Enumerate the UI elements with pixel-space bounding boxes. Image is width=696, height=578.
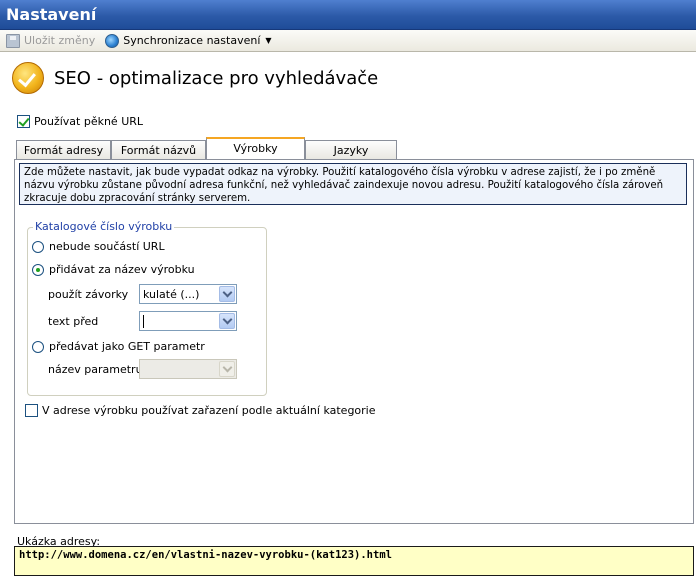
prefix-combo[interactable] <box>139 311 237 331</box>
option-none-label: nebude součástí URL <box>49 240 165 253</box>
chevron-down-icon <box>219 286 235 302</box>
option-none[interactable]: nebude součástí URL <box>32 240 165 253</box>
catalog-number-legend: Katalogové číslo výrobku <box>33 220 175 233</box>
category-option[interactable]: V adrese výrobku používat zařazení podle… <box>25 404 376 417</box>
save-button[interactable]: Uložit změny <box>6 33 96 48</box>
category-checkbox[interactable] <box>25 404 38 417</box>
option-append-radio[interactable] <box>32 263 44 276</box>
chevron-down-icon: ▼ <box>265 36 272 45</box>
option-none-radio[interactable] <box>32 240 44 253</box>
text-cursor <box>143 314 144 328</box>
page-title: SEO - optimalizace pro vyhledávače <box>54 67 379 89</box>
chevron-down-icon <box>219 361 235 377</box>
param-name-label: název parametru <box>48 363 143 376</box>
save-icon <box>6 33 20 48</box>
tab-languages[interactable]: Jazyky <box>305 140 397 159</box>
tab-products[interactable]: Výrobky <box>206 137 305 159</box>
param-name-combo[interactable] <box>139 359 237 379</box>
pretty-url-checkbox[interactable] <box>17 115 30 128</box>
save-button-label: Uložit změny <box>24 34 96 47</box>
category-option-label: V adrese výrobku používat zařazení podle… <box>42 404 376 417</box>
option-append-label: přidávat za název výrobku <box>49 263 195 276</box>
check-badge-icon <box>12 62 44 94</box>
option-get-label: předávat jako GET parametr <box>49 340 205 353</box>
address-preview: http://www.domena.cz/en/vlastni-nazev-vy… <box>14 546 694 576</box>
window-title: Nastavení <box>0 0 696 30</box>
pretty-url-label: Používat pěkné URL <box>34 115 144 128</box>
tab-address-format[interactable]: Formát adresy <box>16 140 111 159</box>
toolbar: Uložit změny Synchronizace nastavení ▼ <box>0 30 696 52</box>
sync-icon <box>105 33 120 48</box>
sync-settings-button[interactable]: Synchronizace nastavení ▼ <box>105 33 272 48</box>
chevron-down-icon <box>219 313 235 329</box>
prefix-label: text před <box>48 315 99 328</box>
info-text: Zde můžete nastavit, jak bude vypadat od… <box>19 163 687 205</box>
brackets-label: použít závorky <box>48 288 129 301</box>
pretty-url-option[interactable]: Používat pěkné URL <box>17 115 143 128</box>
option-get[interactable]: předávat jako GET parametr <box>32 340 205 353</box>
page-header: SEO - optimalizace pro vyhledávače <box>0 53 696 103</box>
brackets-select-value: kulaté (...) <box>143 287 200 301</box>
option-get-radio[interactable] <box>32 340 44 353</box>
products-tab-panel: Zde můžete nastavit, jak bude vypadat od… <box>14 159 694 524</box>
sync-button-label: Synchronizace nastavení <box>123 34 261 47</box>
tab-name-format[interactable]: Formát názvů <box>111 140 206 159</box>
brackets-select[interactable]: kulaté (...) <box>139 284 237 304</box>
option-append[interactable]: přidávat za název výrobku <box>32 263 195 276</box>
